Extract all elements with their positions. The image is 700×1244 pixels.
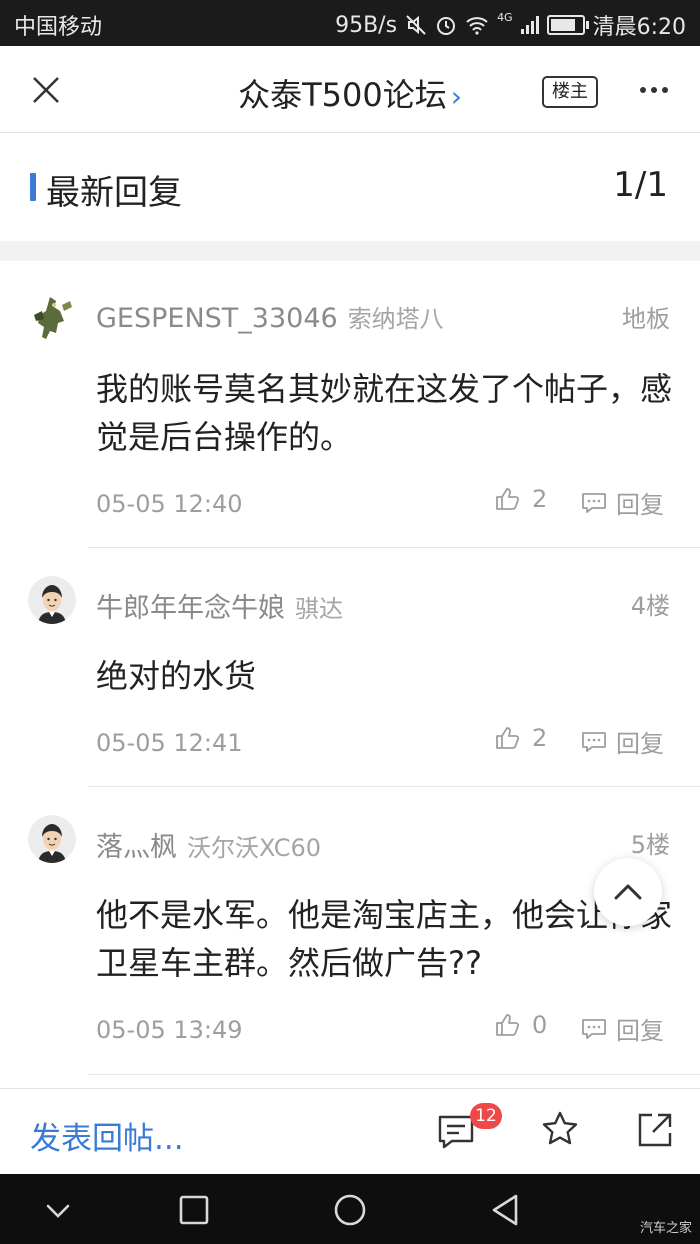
system-nav-bar: 汽车之家 xyxy=(0,1174,700,1244)
post-content: 我的账号莫名其妙就在这发了个帖子，感觉是后台操作的。 xyxy=(96,370,673,456)
app-header: 众泰T500论坛 › 楼主 xyxy=(0,46,700,133)
reply-post: 落灬枫 沃尔沃XC60 5楼 他不是水军。他是淘宝店主，他会让你家卫星车主群。然后… xyxy=(0,787,700,1073)
avatar[interactable] xyxy=(28,815,76,863)
share-icon[interactable] xyxy=(636,1111,674,1149)
chevron-up-icon xyxy=(614,884,642,900)
reply-label: 回复 xyxy=(616,1017,664,1045)
comment-icon xyxy=(582,492,606,513)
thumbs-up-icon xyxy=(496,727,520,749)
like-button[interactable]: 2 xyxy=(494,485,547,513)
reply-button[interactable]: 回复 xyxy=(580,1011,664,1046)
username[interactable]: 落灬枫 沃尔沃XC60 xyxy=(96,825,321,864)
alarm-icon xyxy=(437,17,456,35)
post-time: 05-05 12:40 xyxy=(96,490,243,518)
signal-icon xyxy=(520,16,539,34)
mute-icon xyxy=(406,15,426,35)
network-type: 4G xyxy=(497,10,513,24)
more-icon[interactable] xyxy=(636,76,672,104)
scroll-to-top-button[interactable] xyxy=(594,858,662,926)
latest-replies-header: 最新回复 1/1 xyxy=(0,133,700,241)
wifi-icon xyxy=(466,17,488,35)
reply-post: 牛郎年年念牛娘 骐达 4楼 绝对的水货 05-05 12:41 2 回复 xyxy=(0,548,700,786)
status-icons: 95B/s 4G 清晨6:20 xyxy=(335,9,686,41)
like-count: 2 xyxy=(532,724,548,752)
chevron-down-icon[interactable] xyxy=(38,1190,78,1230)
like-count: 2 xyxy=(532,485,548,513)
reply-input[interactable]: 发表回帖... xyxy=(30,1113,184,1158)
favorite-star-icon[interactable] xyxy=(540,1109,580,1149)
reply-button[interactable]: 回复 xyxy=(580,724,664,759)
reply-label: 回复 xyxy=(616,730,664,758)
carrier-name: 中国移动 xyxy=(14,15,103,40)
user-car: 沃尔沃XC60 xyxy=(187,834,321,862)
username-text: 牛郎年年念牛娘 xyxy=(96,593,285,624)
username-text: 落灬枫 xyxy=(96,832,177,863)
owner-only-toggle[interactable]: 楼主 xyxy=(542,76,598,108)
avatar[interactable] xyxy=(28,291,76,339)
forum-title: 众泰T500论坛 xyxy=(238,76,447,114)
network-speed: 95B/s xyxy=(335,12,398,38)
reply-label: 回复 xyxy=(616,491,664,519)
post-time: 05-05 13:49 xyxy=(96,1016,243,1044)
status-bar: 中国移动 95B/s 4G 清晨6:20 xyxy=(0,0,700,46)
section-accent-bar xyxy=(30,173,36,201)
username[interactable]: 牛郎年年念牛娘 骐达 xyxy=(96,586,343,625)
username[interactable]: GESPENST_33046 索纳塔八 xyxy=(96,299,444,334)
floor-number: 4楼 xyxy=(630,592,670,620)
section-gap xyxy=(0,241,700,261)
post-time: 05-05 12:41 xyxy=(96,729,243,757)
clock: 清晨6:20 xyxy=(592,15,686,40)
post-divider xyxy=(88,1074,700,1075)
user-car: 索纳塔八 xyxy=(347,305,444,333)
recents-square-icon[interactable] xyxy=(174,1190,214,1230)
floor-number: 5楼 xyxy=(630,831,670,859)
like-count: 0 xyxy=(532,1011,548,1039)
chevron-right-icon: › xyxy=(450,80,462,113)
avatar[interactable] xyxy=(28,576,76,624)
page-indicator[interactable]: 1/1 xyxy=(613,165,668,205)
comment-count-badge: 12 xyxy=(470,1103,502,1129)
floor-number: 地板 xyxy=(622,305,670,333)
watermark-text: 汽车之家 xyxy=(639,1221,692,1236)
post-content: 他不是水军。他是淘宝店主，他会让你家卫星车主群。然后做广告?? xyxy=(96,896,673,982)
username-text: GESPENST_33046 xyxy=(96,303,338,334)
home-circle-icon[interactable] xyxy=(330,1190,370,1230)
like-button[interactable]: 2 xyxy=(494,724,547,752)
bottom-action-bar: 发表回帖... 12 xyxy=(0,1088,700,1175)
comment-icon xyxy=(582,731,606,752)
like-button[interactable]: 0 xyxy=(494,1011,547,1039)
section-title: 最新回复 xyxy=(46,173,182,213)
user-car: 骐达 xyxy=(295,595,343,623)
reply-button[interactable]: 回复 xyxy=(580,485,664,520)
back-triangle-icon[interactable] xyxy=(486,1190,526,1230)
thumbs-up-icon xyxy=(496,1014,520,1036)
comment-icon xyxy=(582,1018,606,1039)
post-content: 绝对的水货 xyxy=(96,657,257,695)
thumbs-up-icon xyxy=(496,488,520,510)
reply-post: GESPENST_33046 索纳塔八 地板 我的账号莫名其妙就在这发了个帖子，感… xyxy=(0,261,700,547)
battery-icon xyxy=(546,15,589,35)
